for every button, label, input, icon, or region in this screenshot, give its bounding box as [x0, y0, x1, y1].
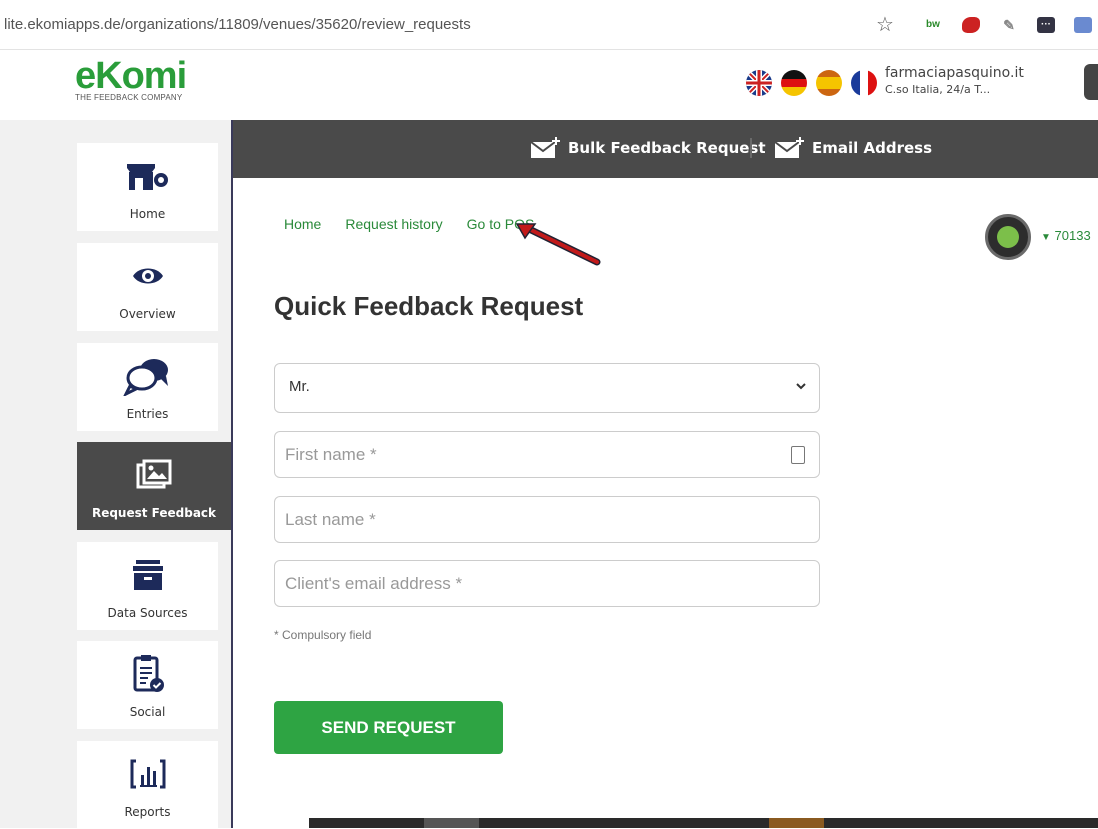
french-flag-icon[interactable]	[851, 70, 877, 96]
extension-tool-icon[interactable]: ✎	[1000, 17, 1018, 33]
envelope-plus-icon	[774, 137, 804, 158]
spanish-flag-icon[interactable]	[816, 70, 842, 96]
sidebar-item-entries[interactable]: Entries	[77, 343, 218, 431]
extension-blue-icon[interactable]	[1074, 17, 1092, 33]
first-name-placeholder: First name *	[285, 445, 377, 464]
sidebar-item-request-feedback[interactable]: Request Feedback	[77, 442, 231, 530]
sidebar-item-label: Request Feedback	[91, 506, 217, 520]
account-button[interactable]	[1084, 64, 1098, 100]
annotation-arrow-icon	[515, 223, 601, 266]
ekomi-seal-icon	[985, 214, 1031, 260]
email-placeholder: Client's email address *	[285, 574, 463, 593]
sidebar-item-label: Overview	[119, 307, 176, 321]
sidebar-item-label: Reports	[124, 805, 171, 819]
envelope-plus-icon	[530, 137, 560, 158]
breadcrumb-request-history[interactable]: Request history	[345, 216, 442, 232]
action-bar: Bulk Feedback Request Email Address	[233, 120, 1098, 178]
taskbar-strip	[309, 818, 1098, 828]
breadcrumb-home[interactable]: Home	[284, 216, 321, 232]
bulk-feedback-request-label: Bulk Feedback Request	[568, 139, 766, 157]
bar-chart-icon	[77, 755, 218, 793]
store-settings-icon	[77, 157, 218, 195]
chevron-down-icon	[796, 383, 806, 390]
archive-box-icon	[77, 556, 218, 594]
send-request-button[interactable]: SEND REQUEST	[274, 701, 503, 754]
bookmark-star-icon[interactable]: ☆	[876, 12, 894, 37]
email-address-label: Email Address	[812, 139, 933, 157]
contact-card-icon[interactable]	[791, 446, 805, 464]
email-address-link[interactable]: Email Address	[774, 137, 932, 159]
salutation-value: Mr.	[289, 378, 310, 395]
browser-url-bar[interactable]: lite.ekomiapps.de/organizations/11809/ve…	[0, 0, 1098, 50]
score-value: 70133	[1054, 228, 1091, 243]
photos-icon	[77, 456, 231, 494]
email-field[interactable]: Client's email address *	[274, 560, 820, 607]
caret-down-icon: ▼	[1041, 232, 1051, 243]
compulsory-note: * Compulsory field	[274, 628, 372, 642]
chat-bubbles-icon	[77, 357, 218, 396]
page-title: Quick Feedback Request	[274, 291, 584, 321]
eye-icon	[77, 257, 218, 295]
url-text[interactable]: lite.ekomiapps.de/organizations/11809/ve…	[4, 16, 471, 33]
sidebar-item-home[interactable]: Home	[77, 143, 218, 231]
sidebar-item-label: Social	[129, 705, 166, 719]
separator	[750, 138, 752, 158]
first-name-field[interactable]: First name *	[274, 431, 820, 478]
sidebar-item-label: Home	[129, 207, 166, 221]
german-flag-icon[interactable]	[781, 70, 807, 96]
uk-flag-icon[interactable]	[746, 70, 772, 96]
taskbar-item	[424, 818, 479, 828]
sidebar-item-social[interactable]: Social	[77, 641, 218, 729]
clipboard-check-icon	[77, 655, 218, 693]
sidebar-item-reports[interactable]: Reports	[77, 741, 218, 829]
sidebar-item-data-sources[interactable]: Data Sources	[77, 542, 218, 630]
extension-bw-icon[interactable]: bw	[924, 17, 942, 33]
extension-menu-icon[interactable]: ···	[1037, 17, 1055, 33]
app-header: eKomi THE FEEDBACK COMPANY farmaciapasqu…	[0, 50, 1098, 120]
ekomi-logo[interactable]: eKomi THE FEEDBACK COMPANY	[75, 55, 187, 102]
sidebar-item-label: Data Sources	[107, 606, 188, 620]
last-name-field[interactable]: Last name *	[274, 496, 820, 543]
shop-address: C.so Italia, 24/a T...	[885, 83, 991, 96]
rating-score[interactable]: ▼ 70133	[1041, 228, 1091, 243]
logo-word: eKomi	[75, 55, 187, 97]
last-name-placeholder: Last name *	[285, 510, 376, 529]
taskbar-item	[769, 818, 824, 828]
shop-name[interactable]: farmaciapasquino.it	[885, 65, 1024, 81]
bulk-feedback-request-link[interactable]: Bulk Feedback Request	[530, 137, 766, 159]
extension-red-icon[interactable]	[962, 17, 980, 33]
salutation-select[interactable]: Mr.	[274, 363, 820, 413]
sidebar-item-label: Entries	[126, 407, 169, 421]
main-content: Home Request history Go to POS ▼ 70133 Q…	[233, 178, 1098, 828]
logo-tagline: THE FEEDBACK COMPANY	[75, 93, 183, 102]
breadcrumb: Home Request history Go to POS	[284, 216, 534, 232]
sidebar-item-overview[interactable]: Overview	[77, 243, 218, 331]
